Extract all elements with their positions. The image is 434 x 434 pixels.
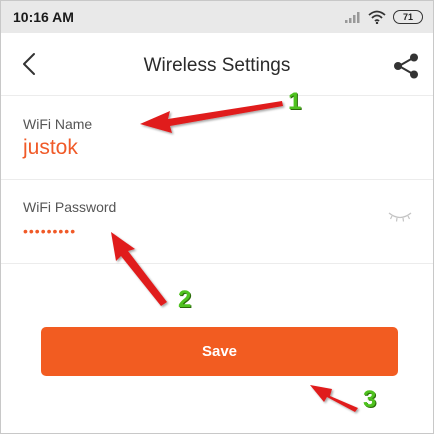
status-time: 10:16 AM [13, 9, 74, 25]
battery-icon: 71 [393, 10, 423, 24]
wifi-name-label: WiFi Name [23, 116, 93, 132]
status-bar: 10:16 AM 71 [1, 1, 433, 33]
share-icon[interactable] [391, 51, 421, 81]
wifi-icon [368, 10, 386, 24]
wifi-password-field[interactable]: WiFi Password ••••••••• [1, 179, 433, 264]
status-icons: 71 [345, 9, 423, 25]
app-screen: 10:16 AM 71 Wireless Settings WiFi Name … [0, 0, 434, 434]
callout-number-3: 3 [363, 386, 377, 413]
signal-icon [345, 12, 360, 23]
wifi-name-field[interactable]: WiFi Name justok [1, 95, 433, 180]
save-button[interactable]: Save [41, 327, 398, 376]
eye-closed-icon[interactable] [387, 209, 413, 225]
wifi-password-label: WiFi Password [23, 199, 117, 215]
header-bar: Wireless Settings [1, 33, 433, 95]
callout-number-1: 1 [288, 88, 302, 115]
wifi-name-value[interactable]: justok [23, 136, 78, 160]
callout-number-2: 2 [178, 286, 192, 313]
page-title: Wireless Settings [143, 55, 291, 76]
wifi-password-value[interactable]: ••••••••• [23, 223, 76, 239]
